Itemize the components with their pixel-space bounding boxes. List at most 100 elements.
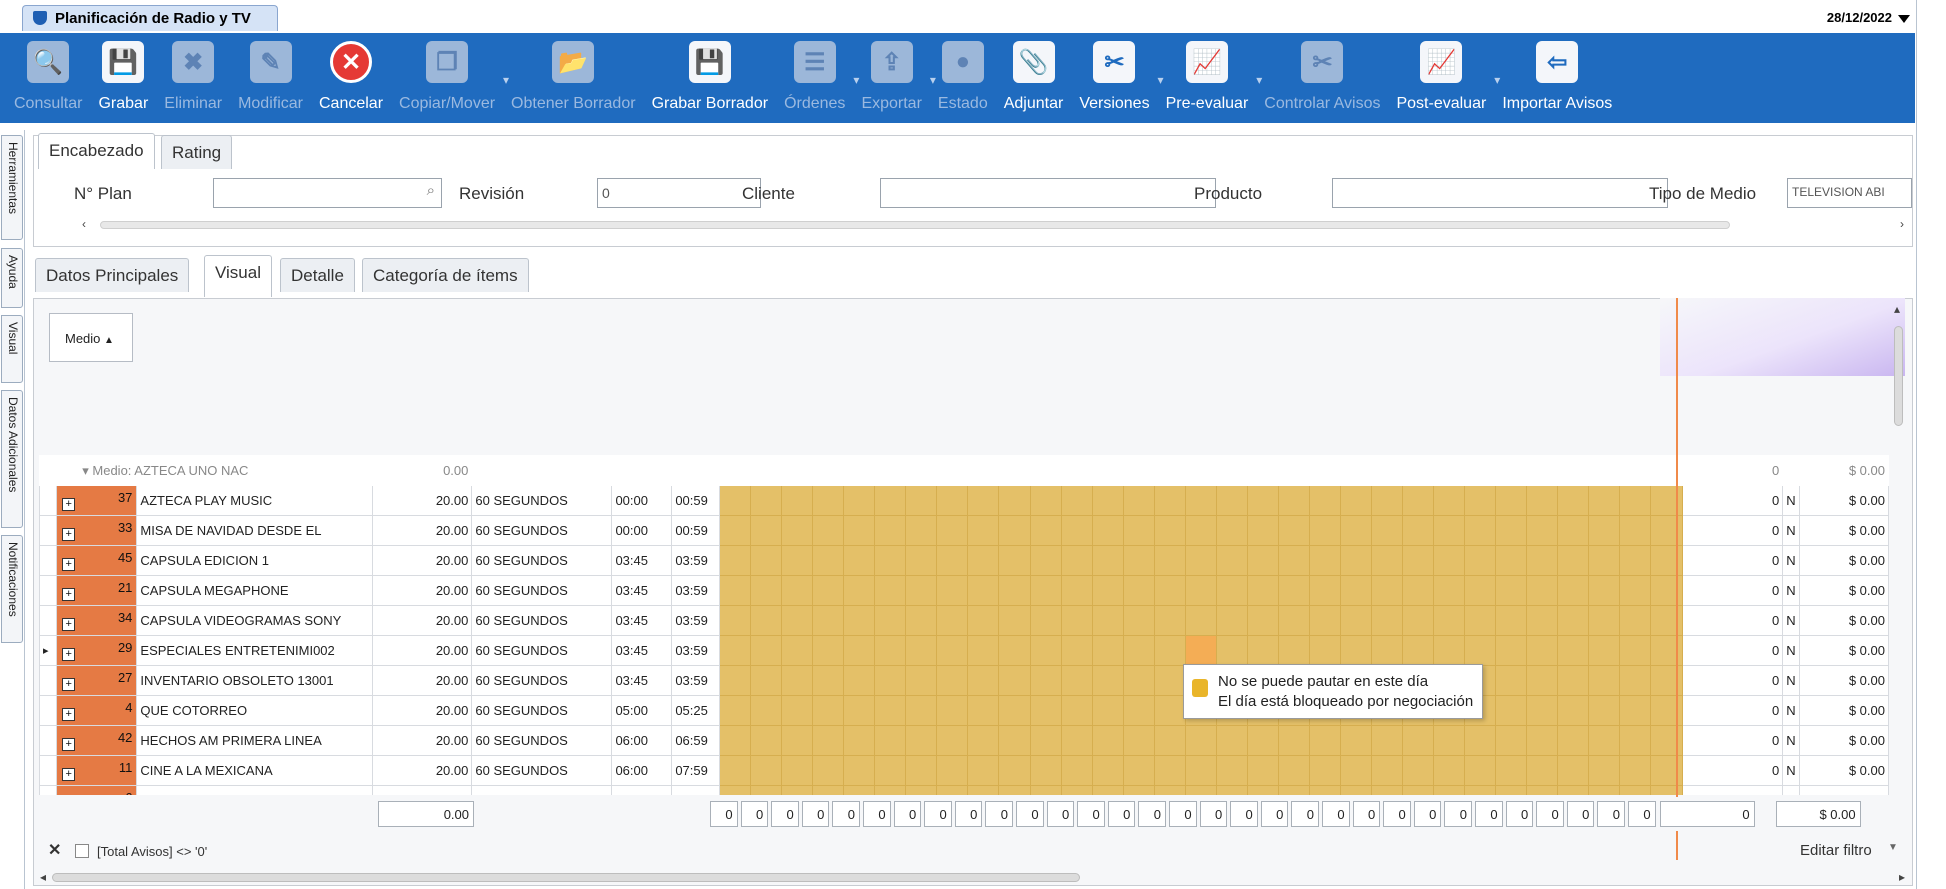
day-cell[interactable] <box>905 785 938 795</box>
inicio-cell[interactable]: 03:45 <box>611 635 673 666</box>
day-cell[interactable] <box>1433 605 1466 636</box>
day-cell[interactable] <box>1246 785 1279 795</box>
day-cell[interactable] <box>843 635 876 666</box>
day-cell[interactable] <box>967 785 1000 795</box>
fin-cell[interactable]: 00:59 <box>671 515 721 546</box>
day-cell[interactable] <box>1091 635 1124 666</box>
day-cell[interactable] <box>1557 665 1590 696</box>
day-cell[interactable] <box>1495 515 1528 546</box>
window-tab[interactable]: Planificación de Radio y TV <box>22 5 278 31</box>
day-cell[interactable] <box>1153 635 1186 666</box>
day-cell[interactable] <box>1060 755 1093 786</box>
day-cell[interactable] <box>1277 785 1310 795</box>
day-cell[interactable] <box>843 785 876 795</box>
day-cell[interactable] <box>1371 575 1404 606</box>
total-cell[interactable]: 0 <box>1681 635 1784 666</box>
total-cell[interactable]: 0 <box>1681 605 1784 636</box>
day-cell[interactable] <box>1246 485 1279 516</box>
day-cell[interactable] <box>1029 755 1062 786</box>
day-cell[interactable] <box>1122 485 1155 516</box>
total-cell[interactable]: 0 <box>1681 485 1784 516</box>
day-cell[interactable] <box>1557 725 1590 756</box>
day-cell[interactable] <box>781 605 814 636</box>
grid-hscrollbar[interactable]: ◂ ▸ <box>40 870 1905 884</box>
day-cell[interactable] <box>1215 785 1248 795</box>
total-cell[interactable]: 0 <box>1681 755 1784 786</box>
x-cell[interactable]: N <box>1782 575 1801 606</box>
scroll-left-icon[interactable]: ‹ <box>82 217 86 231</box>
programa-cell[interactable]: HECHOS AM PRIMERA LINEA <box>136 725 373 756</box>
programa-cell[interactable]: AZTECA PLAY MUSIC <box>136 485 373 516</box>
total-cell[interactable]: 0 <box>1681 575 1784 606</box>
fin-cell[interactable]: 03:59 <box>671 635 721 666</box>
day-cell[interactable] <box>1619 485 1652 516</box>
day-cell[interactable] <box>1588 635 1621 666</box>
scroll-thumb[interactable] <box>52 873 1080 882</box>
day-cell[interactable] <box>781 545 814 576</box>
day-cell[interactable] <box>1557 485 1590 516</box>
órdenes-button[interactable]: ☰ Órdenes ▾ <box>776 33 859 123</box>
day-cell[interactable] <box>1029 695 1062 726</box>
day-cell[interactable] <box>1184 515 1217 546</box>
tipo-cell[interactable]: 60 SEGUNDOS <box>471 695 613 726</box>
day-cell[interactable] <box>1371 515 1404 546</box>
day-cell[interactable] <box>1464 755 1497 786</box>
day-cell[interactable] <box>843 605 876 636</box>
day-cell[interactable] <box>750 575 783 606</box>
day-cell[interactable] <box>781 635 814 666</box>
day-cell[interactable] <box>750 725 783 756</box>
day-cell[interactable] <box>1526 725 1559 756</box>
expand-row-icon[interactable]: + <box>62 558 76 571</box>
fin-cell[interactable]: 03:59 <box>671 545 721 576</box>
day-cell[interactable] <box>812 485 845 516</box>
day-cell[interactable] <box>1029 605 1062 636</box>
day-cell[interactable] <box>1060 725 1093 756</box>
day-cell[interactable] <box>1277 485 1310 516</box>
day-cell[interactable] <box>781 665 814 696</box>
day-cell[interactable] <box>936 725 969 756</box>
table-row[interactable]: +33 MISA DE NAVIDAD DESDE EL 20.00 60 SEGUN… <box>39 515 1889 546</box>
day-cell[interactable] <box>1402 605 1435 636</box>
day-cell[interactable] <box>905 605 938 636</box>
day-cell[interactable] <box>1619 545 1652 576</box>
day-cell[interactable] <box>1153 725 1186 756</box>
x-cell[interactable]: N <box>1782 545 1801 576</box>
day-cell[interactable] <box>781 725 814 756</box>
day-cell[interactable] <box>1029 485 1062 516</box>
grabar-button[interactable]: 💾 Grabar <box>90 33 156 123</box>
day-cell[interactable] <box>967 485 1000 516</box>
day-cell[interactable] <box>905 545 938 576</box>
duracion-cell[interactable]: 20.00 <box>371 755 473 786</box>
day-cell[interactable] <box>1029 725 1062 756</box>
day-cell[interactable] <box>1339 785 1373 795</box>
day-cell[interactable] <box>1184 485 1217 516</box>
day-cell[interactable] <box>967 695 1000 726</box>
table-row[interactable]: ▸ +29 ESPECIALES ENTRETENIMI002 20.00 60 SEG… <box>39 635 1889 666</box>
day-cell[interactable] <box>1339 485 1373 516</box>
day-cell[interactable] <box>1619 515 1652 546</box>
day-cell[interactable] <box>1091 725 1124 756</box>
day-cell[interactable] <box>1215 545 1248 576</box>
row-indicator[interactable] <box>39 575 58 606</box>
x-cell[interactable]: N <box>1782 515 1801 546</box>
day-cell[interactable] <box>1402 545 1435 576</box>
day-cell[interactable] <box>812 785 845 795</box>
facturable-cell[interactable]: $ 0.00 <box>1799 575 1889 606</box>
day-cell[interactable] <box>936 515 969 546</box>
day-cell[interactable] <box>936 755 969 786</box>
day-cell[interactable] <box>1308 515 1341 546</box>
expand-row-icon[interactable]: + <box>62 648 76 661</box>
day-cell[interactable] <box>1153 545 1186 576</box>
day-cell[interactable] <box>1060 785 1093 795</box>
day-cell[interactable] <box>719 605 752 636</box>
day-cell[interactable] <box>1619 785 1652 795</box>
day-cell[interactable] <box>1215 575 1248 606</box>
day-cell[interactable] <box>719 725 752 756</box>
day-cell[interactable] <box>781 755 814 786</box>
day-cell[interactable] <box>781 515 814 546</box>
group-by-medio-button[interactable]: Medio ▲ <box>49 313 133 362</box>
day-cell[interactable] <box>719 785 752 795</box>
facturable-cell[interactable]: $ 0.00 <box>1799 635 1889 666</box>
day-cell[interactable] <box>719 635 752 666</box>
day-cell[interactable] <box>843 575 876 606</box>
